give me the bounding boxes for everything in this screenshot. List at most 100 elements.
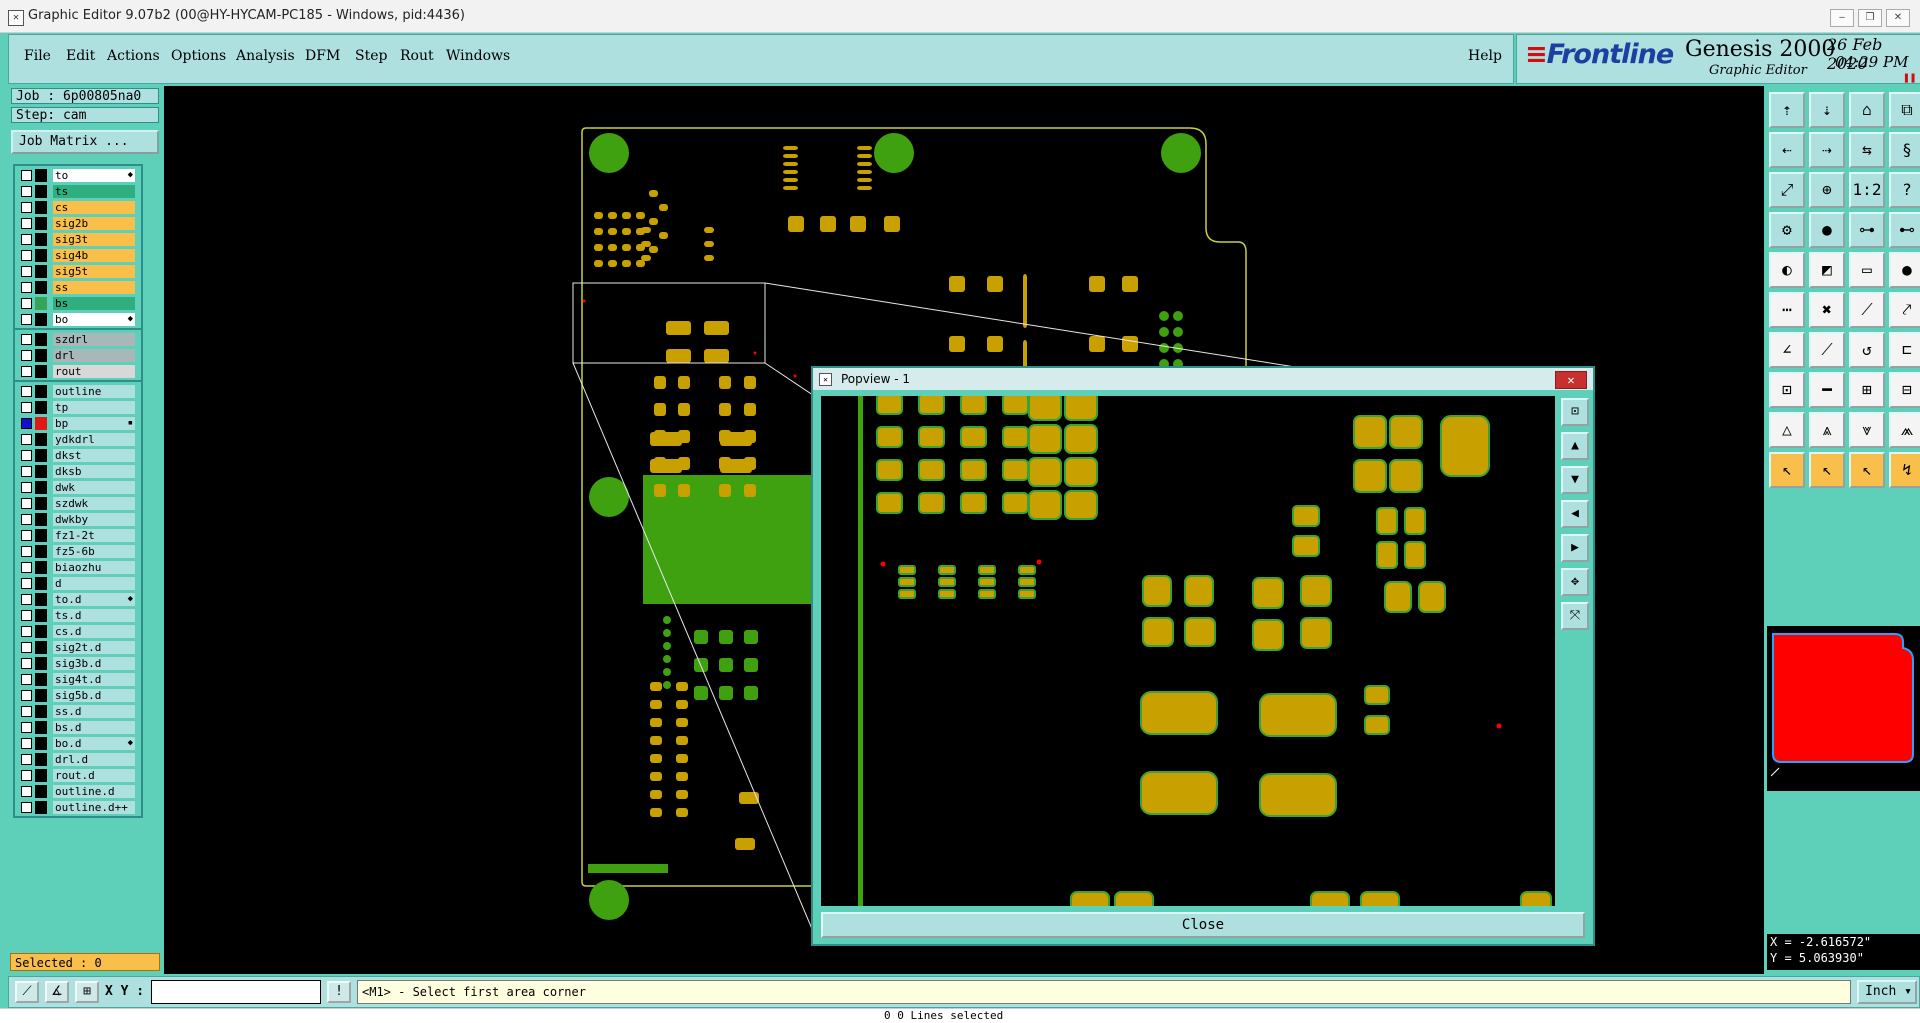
- layer-checkbox[interactable]: [21, 770, 32, 781]
- split-icon[interactable]: ⊟: [1889, 372, 1920, 408]
- popview-close-x-button[interactable]: ✕: [1555, 371, 1587, 389]
- layer-checkbox[interactable]: [21, 578, 32, 589]
- layer-checkbox[interactable]: [21, 418, 32, 429]
- layer-name[interactable]: sig2b: [53, 217, 135, 230]
- layer-checkbox[interactable]: [21, 546, 32, 557]
- layer-name[interactable]: sig5t: [53, 265, 135, 278]
- up-a-icon[interactable]: ⩓: [1809, 412, 1845, 448]
- bracket-icon[interactable]: ⊏: [1889, 332, 1920, 368]
- layer-affected-indicator[interactable]: [35, 349, 47, 362]
- layer-name[interactable]: cs: [53, 201, 135, 214]
- layer-affected-indicator[interactable]: [35, 673, 47, 686]
- layer-row[interactable]: sig4t.d: [15, 672, 141, 688]
- snap-icon[interactable]: ↯: [1889, 452, 1920, 488]
- layer-checkbox[interactable]: [21, 642, 32, 653]
- layer-name[interactable]: sig2t.d: [53, 641, 135, 654]
- layer-affected-indicator[interactable]: [35, 365, 47, 378]
- layer-affected-indicator[interactable]: [35, 465, 47, 478]
- layer-name[interactable]: rout: [53, 365, 135, 378]
- layer-name[interactable]: bp ▪: [53, 417, 135, 430]
- layer-row[interactable]: sig3b.d: [15, 656, 141, 672]
- layer-row[interactable]: bp ▪: [15, 416, 141, 432]
- layer-row[interactable]: ydkdrl: [15, 432, 141, 448]
- layer-row[interactable]: dkst: [15, 448, 141, 464]
- layer-affected-indicator[interactable]: [35, 769, 47, 782]
- layer-row[interactable]: bs: [15, 296, 141, 312]
- popview-close-button[interactable]: Close: [821, 912, 1585, 938]
- layer-checkbox[interactable]: [21, 282, 32, 293]
- layer-row[interactable]: ts.d: [15, 608, 141, 624]
- layer-row[interactable]: sig2t.d: [15, 640, 141, 656]
- layer-name[interactable]: sig3b.d: [53, 657, 135, 670]
- layer-affected-indicator[interactable]: [35, 545, 47, 558]
- layer-checkbox[interactable]: [21, 562, 32, 573]
- layer-name[interactable]: fz1-2t: [53, 529, 135, 542]
- layer-name[interactable]: rout.d: [53, 769, 135, 782]
- layer-affected-indicator[interactable]: [35, 281, 47, 294]
- layer-checkbox[interactable]: [21, 754, 32, 765]
- layer-name[interactable]: fz5-6b: [53, 545, 135, 558]
- layer-row[interactable]: sig4b: [15, 248, 141, 264]
- layer-affected-indicator[interactable]: [35, 233, 47, 246]
- layer-checkbox[interactable]: [21, 366, 32, 377]
- layer-row[interactable]: sig5b.d: [15, 688, 141, 704]
- layer-checkbox[interactable]: [21, 186, 32, 197]
- menu-file[interactable]: File: [24, 48, 51, 64]
- layer-name[interactable]: szdrl: [53, 333, 135, 346]
- layer-row[interactable]: sig5t: [15, 264, 141, 280]
- layer-row[interactable]: fz1-2t: [15, 528, 141, 544]
- connect-icon[interactable]: ⊶: [1849, 212, 1885, 248]
- arrow-icon[interactable]: ⤤: [1889, 292, 1920, 328]
- layer-checkbox[interactable]: [21, 234, 32, 245]
- units-selector[interactable]: Inch ▾: [1857, 980, 1917, 1004]
- pan-up-icon[interactable]: ▲: [1561, 432, 1589, 460]
- layer-name[interactable]: tp: [53, 401, 135, 414]
- menu-options[interactable]: Options: [171, 48, 226, 64]
- settings-icon[interactable]: ⚙: [1769, 212, 1805, 248]
- layer-checkbox[interactable]: [21, 386, 32, 397]
- layer-affected-indicator[interactable]: [35, 721, 47, 734]
- zoom-out-icon[interactable]: ⤧: [1561, 602, 1589, 630]
- close-window-button[interactable]: ✕: [1886, 9, 1910, 27]
- layer-affected-indicator[interactable]: [35, 785, 47, 798]
- layer-row[interactable]: outline.d: [15, 784, 141, 800]
- layer-row[interactable]: sig3t: [15, 232, 141, 248]
- layer-name[interactable]: ts: [53, 185, 135, 198]
- layer-affected-indicator[interactable]: [35, 297, 47, 310]
- layer-affected-indicator[interactable]: [35, 385, 47, 398]
- arc-icon[interactable]: ↺: [1849, 332, 1885, 368]
- pause-icon[interactable]: ❚❚: [1903, 71, 1916, 84]
- layer-name[interactable]: to ◆: [53, 169, 135, 182]
- layer-name[interactable]: ss.d: [53, 705, 135, 718]
- triangle-icon[interactable]: △: [1769, 412, 1805, 448]
- layer-checkbox[interactable]: [21, 514, 32, 525]
- layer-name[interactable]: ss: [53, 281, 135, 294]
- layer-affected-indicator[interactable]: [35, 529, 47, 542]
- layer-checkbox[interactable]: [21, 434, 32, 445]
- layer-row[interactable]: ss.d: [15, 704, 141, 720]
- up-b-icon[interactable]: ⩔: [1849, 412, 1885, 448]
- layer-name[interactable]: ydkdrl: [53, 433, 135, 446]
- layer-affected-indicator[interactable]: [35, 657, 47, 670]
- layer-checkbox[interactable]: [21, 202, 32, 213]
- layer-name[interactable]: sig3t: [53, 233, 135, 246]
- measure-icon[interactable]: ∡: [45, 981, 69, 1003]
- layer-row[interactable]: bo.d ◆: [15, 736, 141, 752]
- layer-checkbox[interactable]: [21, 674, 32, 685]
- layer-checkbox[interactable]: [21, 498, 32, 509]
- layer-affected-indicator[interactable]: [35, 753, 47, 766]
- pan-right-icon[interactable]: ▶: [1561, 534, 1589, 562]
- layer-affected-indicator[interactable]: [35, 513, 47, 526]
- layer-checkbox[interactable]: [21, 450, 32, 461]
- corner-icon[interactable]: ◩: [1809, 252, 1845, 288]
- layer-row[interactable]: bs.d: [15, 720, 141, 736]
- layer-affected-indicator[interactable]: [35, 497, 47, 510]
- layer-checkbox[interactable]: [21, 610, 32, 621]
- layer-name[interactable]: ts.d: [53, 609, 135, 622]
- layer-row[interactable]: ts: [15, 184, 141, 200]
- layer-name[interactable]: outline.d: [53, 785, 135, 798]
- scale-icon[interactable]: 1:2: [1849, 172, 1885, 208]
- frame-icon[interactable]: ⊡: [1769, 372, 1805, 408]
- popview-canvas[interactable]: [821, 391, 1555, 921]
- delete-icon[interactable]: ✖: [1809, 292, 1845, 328]
